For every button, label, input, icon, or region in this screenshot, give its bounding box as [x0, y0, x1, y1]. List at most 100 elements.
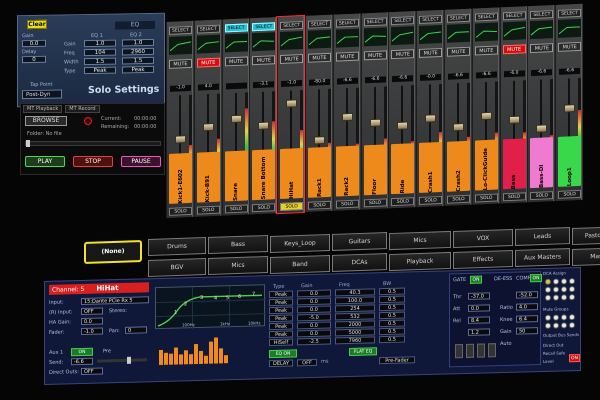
- eq-on-button[interactable]: EQ ON: [269, 349, 297, 359]
- fader-knob[interactable]: [564, 104, 576, 113]
- fader-knob[interactable]: [202, 122, 214, 132]
- channel-name-tab[interactable]: Ride: [391, 143, 415, 195]
- group-button[interactable]: Band: [270, 254, 330, 274]
- mute-button[interactable]: MUTE: [447, 46, 470, 57]
- fader-field[interactable]: -1.0: [81, 327, 103, 336]
- comp-on-button[interactable]: ON: [530, 273, 542, 283]
- direct-outs-select[interactable]: OFF: [81, 367, 103, 376]
- delay-label[interactable]: DELAY: [269, 359, 293, 368]
- playback-progress-slider[interactable]: [25, 140, 161, 147]
- fader-knob[interactable]: [425, 114, 437, 123]
- eq-thumbnail[interactable]: [530, 20, 554, 40]
- eq-band-point[interactable]: 5: [226, 295, 229, 301]
- mute-button[interactable]: MUTE: [558, 41, 582, 52]
- fader-knob[interactable]: [230, 114, 242, 123]
- eq-band-point[interactable]: 6: [238, 294, 241, 300]
- dynamics-value-field[interactable]: 0.0: [468, 304, 490, 312]
- mute-group-toggle[interactable]: [553, 314, 559, 321]
- record-icon[interactable]: [84, 117, 92, 125]
- solo-button[interactable]: SOLO: [363, 198, 387, 208]
- fader-knob[interactable]: [175, 134, 186, 144]
- mute-group-toggle[interactable]: [561, 314, 567, 321]
- browse-button[interactable]: BROWSE: [25, 116, 67, 126]
- select-button[interactable]: SELECT: [502, 11, 526, 21]
- delay-field[interactable]: 0: [22, 55, 46, 64]
- eq-thumbnail[interactable]: [474, 22, 498, 42]
- mute-button[interactable]: MUTE: [530, 43, 554, 54]
- select-button[interactable]: SELECT: [363, 17, 387, 27]
- eq-thumbnail[interactable]: [169, 35, 192, 55]
- eq-table-cell[interactable]: 0.0: [297, 329, 331, 338]
- eq-table-cell[interactable]: Peak: [269, 322, 293, 331]
- solo-button[interactable]: SOLO: [308, 200, 331, 210]
- mute-button[interactable]: MUTE: [308, 52, 331, 63]
- dca-assign-toggle[interactable]: [553, 286, 559, 293]
- solo-button[interactable]: SOLO: [419, 195, 443, 205]
- mute-button[interactable]: MUTE: [196, 57, 220, 68]
- eq-thumbnail[interactable]: [447, 23, 470, 43]
- dca-assign-toggle[interactable]: [553, 294, 559, 301]
- select-button[interactable]: SELECT: [447, 13, 470, 23]
- channel-name-tab[interactable]: Kick1-E602: [169, 152, 192, 204]
- mute-button[interactable]: MUTE: [363, 50, 387, 61]
- group-button[interactable]: Playback: [389, 251, 451, 271]
- eq-table-cell[interactable]: 0.5: [379, 287, 405, 296]
- eq-table-cell[interactable]: 0.5: [379, 327, 405, 336]
- r-input-select[interactable]: OFF: [81, 307, 103, 316]
- mute-group-toggle[interactable]: [561, 322, 567, 329]
- channel-name-tab[interactable]: Loop1: [558, 135, 582, 187]
- eq-table-cell[interactable]: 0.0: [297, 297, 331, 306]
- eq-table-cell[interactable]: 2000: [335, 320, 375, 329]
- eq1-width-field[interactable]: 1.5: [84, 57, 116, 66]
- select-button[interactable]: SELECT: [196, 24, 220, 34]
- select-button[interactable]: SELECT: [335, 18, 359, 28]
- solo-button[interactable]: SOLO: [391, 197, 415, 207]
- eq-table-cell[interactable]: -2.5: [297, 337, 331, 346]
- mute-button[interactable]: MUTE: [169, 58, 192, 69]
- mute-group-toggle[interactable]: [569, 314, 575, 321]
- delay-toggle[interactable]: OFF: [297, 358, 317, 367]
- eq-thumbnail[interactable]: [196, 34, 220, 54]
- group-button[interactable]: Pastor Host: [572, 225, 600, 245]
- fader-knob[interactable]: [508, 115, 520, 124]
- group-button[interactable]: Bass: [208, 235, 268, 255]
- eq-table-cell[interactable]: 5000: [335, 328, 375, 337]
- solo-button[interactable]: SOLO: [447, 194, 470, 204]
- clear-button[interactable]: Clear: [27, 19, 47, 30]
- fader-knob[interactable]: [453, 122, 464, 132]
- mute-group-toggle[interactable]: [545, 314, 551, 321]
- mute-button[interactable]: MUTE: [391, 49, 415, 60]
- channel-name-tab[interactable]: Crash2: [447, 140, 470, 192]
- dca-assign-toggle[interactable]: [569, 286, 575, 293]
- eq-table-cell[interactable]: Peak: [269, 330, 293, 339]
- gain-field[interactable]: 0.0: [22, 39, 46, 48]
- eq-table-cell[interactable]: 0.0: [297, 305, 331, 314]
- pan-field[interactable]: 0: [125, 326, 147, 334]
- dca-assign-toggle[interactable]: [561, 286, 567, 293]
- eq-table-cell[interactable]: Peak: [269, 298, 293, 307]
- eq2-type-select[interactable]: Peak: [122, 65, 154, 74]
- fader-knob[interactable]: [536, 123, 548, 133]
- group-button[interactable]: Drums: [148, 236, 206, 257]
- pre-fader-checkbox[interactable]: Pre-Fader: [379, 356, 415, 365]
- eq-table-cell[interactable]: Peak: [269, 314, 293, 323]
- eq-table-cell[interactable]: 0.0: [297, 321, 331, 330]
- dca-assign-toggle[interactable]: [545, 294, 551, 301]
- solo-button[interactable]: SOLO: [280, 202, 304, 212]
- dca-assign-toggle[interactable]: [561, 278, 567, 285]
- gate-on-button[interactable]: ON: [470, 275, 482, 284]
- channel-on-button[interactable]: ON: [569, 353, 580, 363]
- solo-button[interactable]: SOLO: [558, 189, 582, 199]
- channel-name-tab[interactable]: Bass: [502, 138, 526, 190]
- select-button[interactable]: SELECT: [419, 14, 443, 24]
- select-button[interactable]: SELECT: [308, 19, 331, 29]
- fader-knob[interactable]: [286, 98, 298, 108]
- channel-name-tab[interactable]: Floor: [363, 144, 387, 196]
- tab-mt-record[interactable]: MT Record: [65, 105, 100, 113]
- eq-thumbnail[interactable]: [308, 29, 331, 49]
- eq2-width-field[interactable]: 1.5: [122, 56, 154, 65]
- channel-name-tab[interactable]: Crash1: [419, 141, 443, 193]
- pause-button[interactable]: PAUSE: [121, 156, 161, 167]
- send-field[interactable]: -6.6: [71, 357, 93, 366]
- dynamics-value-field[interactable]: 1.2: [468, 328, 490, 336]
